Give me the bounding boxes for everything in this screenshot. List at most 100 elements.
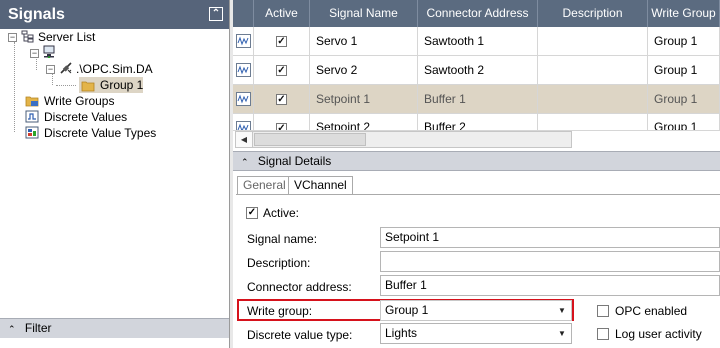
description-cell xyxy=(538,114,648,130)
plug-icon xyxy=(60,62,72,74)
opc-enabled-label: OPC enabled xyxy=(615,304,688,318)
discrete-value-types-icon xyxy=(25,126,39,139)
active-cell: ✓ xyxy=(254,27,310,56)
row-icon-cell xyxy=(233,56,254,85)
log-user-activity-checkbox[interactable] xyxy=(597,328,609,340)
write-group-label: Write group: xyxy=(247,304,313,318)
scroll-thumb[interactable] xyxy=(254,133,366,146)
active-checkbox[interactable]: ✓ xyxy=(276,36,287,47)
collapse-toggle-icon[interactable]: − xyxy=(46,65,55,74)
write-group-cell: Group 1 xyxy=(648,85,720,114)
table-row[interactable]: ✓ Servo 1 Sawtooth 1 Group 1 xyxy=(233,27,720,56)
signal-wave-icon xyxy=(236,121,251,130)
chevron-up-icon: ⌃ xyxy=(241,157,249,167)
connector-address-field[interactable]: Buffer 1 xyxy=(380,275,720,296)
tab-general[interactable]: General xyxy=(237,176,292,195)
tree-line xyxy=(52,73,53,85)
column-header-active[interactable]: Active xyxy=(254,0,310,27)
panel-title-text: Signals xyxy=(8,6,65,23)
tree-line xyxy=(56,85,76,86)
chevron-up-icon: ⌃ xyxy=(8,324,16,334)
signals-panel: Signals ⌃ − Server List − − .\OPC.Sim.DA… xyxy=(0,0,230,348)
active-checkbox[interactable]: ✓ xyxy=(276,123,287,130)
write-group-dropdown[interactable]: Group 1 ▼ xyxy=(380,300,572,321)
server-list-icon xyxy=(21,30,34,43)
active-checkbox[interactable]: ✓ xyxy=(246,207,258,219)
scroll-left-icon[interactable]: ◀ xyxy=(236,132,253,147)
signal-name-label: Signal name: xyxy=(247,232,318,246)
signal-details-title: Signal Details xyxy=(257,154,332,168)
folder-icon xyxy=(81,81,95,92)
opc-enabled-checkbox[interactable] xyxy=(597,305,609,317)
signal-name-field[interactable]: Setpoint 1 xyxy=(380,227,720,248)
tree-item-label: Discrete Value Types xyxy=(44,126,157,140)
signals-grid: Active Signal Name Connector Address Des… xyxy=(233,0,720,150)
active-cell: ✓ xyxy=(254,114,310,130)
computer-icon xyxy=(43,45,55,58)
collapse-toggle-icon[interactable]: − xyxy=(8,33,17,42)
discrete-value-type-label: Discrete value type: xyxy=(247,328,353,342)
tree-item-label: .\OPC.Sim.DA xyxy=(76,62,153,76)
active-cell: ✓ xyxy=(254,56,310,85)
filter-panel-header[interactable]: ⌃ Filter xyxy=(0,318,229,338)
signal-name-cell: Setpoint 1 xyxy=(310,85,418,114)
connector-address-cell: Sawtooth 2 xyxy=(418,56,538,85)
grid-header: Active Signal Name Connector Address Des… xyxy=(233,0,720,27)
write-group-cell: Group 1 xyxy=(648,56,720,85)
column-header-icon xyxy=(233,0,254,27)
write-groups-icon xyxy=(25,96,39,107)
discrete-value-type-dropdown[interactable]: Lights ▼ xyxy=(380,323,572,344)
filter-label: Filter xyxy=(24,321,52,335)
column-header-connector-address[interactable]: Connector Address xyxy=(418,0,538,27)
signal-wave-icon xyxy=(236,63,251,77)
active-checkbox[interactable]: ✓ xyxy=(276,94,287,105)
row-icon-cell xyxy=(233,27,254,56)
tree-item-label: Write Groups xyxy=(44,94,115,108)
row-icon-cell xyxy=(233,114,254,130)
connector-address-cell: Buffer 1 xyxy=(418,85,538,114)
log-user-activity-label: Log user activity xyxy=(615,327,702,341)
tree-item-label: Server List xyxy=(38,30,96,44)
tree-item-label: Discrete Values xyxy=(44,110,128,124)
tree-item-group-1[interactable]: Group 1 xyxy=(79,77,143,93)
connector-address-cell: Sawtooth 1 xyxy=(418,27,538,56)
column-header-description[interactable]: Description xyxy=(538,0,648,27)
active-cell: ✓ xyxy=(254,85,310,114)
tree-item-computer[interactable]: − xyxy=(30,45,60,61)
dropdown-arrow-icon[interactable]: ▼ xyxy=(555,304,569,318)
discrete-values-icon xyxy=(25,110,39,123)
connector-address-label: Connector address: xyxy=(247,280,352,294)
connector-address-cell: Buffer 2 xyxy=(418,114,538,130)
signal-wave-icon xyxy=(236,34,251,48)
write-group-cell: Group 1 xyxy=(648,114,720,130)
table-row[interactable]: ✓ Setpoint 2 Buffer 2 Group 1 xyxy=(233,114,720,131)
description-field[interactable] xyxy=(380,251,720,272)
table-row[interactable]: ✓ Servo 2 Sawtooth 2 Group 1 xyxy=(233,56,720,85)
filter-panel-body xyxy=(0,338,229,348)
horizontal-scrollbar[interactable]: ◀ xyxy=(235,131,572,148)
signal-details-header[interactable]: ⌃ Signal Details xyxy=(233,151,720,171)
description-cell xyxy=(538,85,648,114)
description-cell xyxy=(538,56,648,85)
write-group-value: Group 1 xyxy=(385,303,429,317)
description-label: Description: xyxy=(247,256,311,270)
column-header-write-group[interactable]: Write Group xyxy=(648,0,720,27)
description-cell xyxy=(538,27,648,56)
tab-vchannel[interactable]: VChannel xyxy=(288,176,353,195)
tree-item-label: Group 1 xyxy=(100,78,144,92)
discrete-value-type-value: Lights xyxy=(385,326,418,340)
signal-name-cell: Servo 1 xyxy=(310,27,418,56)
row-icon-cell xyxy=(233,85,254,114)
column-header-signal-name[interactable]: Signal Name xyxy=(310,0,418,27)
dropdown-arrow-icon[interactable]: ▼ xyxy=(555,327,569,341)
active-label: Active: xyxy=(263,206,300,220)
active-checkbox[interactable]: ✓ xyxy=(276,65,287,76)
tab-divider xyxy=(236,194,720,195)
write-group-cell: Group 1 xyxy=(648,27,720,56)
signal-name-cell: Servo 2 xyxy=(310,56,418,85)
table-row-selected[interactable]: ✓ Setpoint 1 Buffer 1 Group 1 xyxy=(233,85,720,114)
collapse-toggle-icon[interactable]: − xyxy=(30,49,39,58)
collapse-icon[interactable]: ⌃ xyxy=(209,7,223,21)
signal-name-cell: Setpoint 2 xyxy=(310,114,418,130)
signal-wave-icon xyxy=(236,92,251,106)
